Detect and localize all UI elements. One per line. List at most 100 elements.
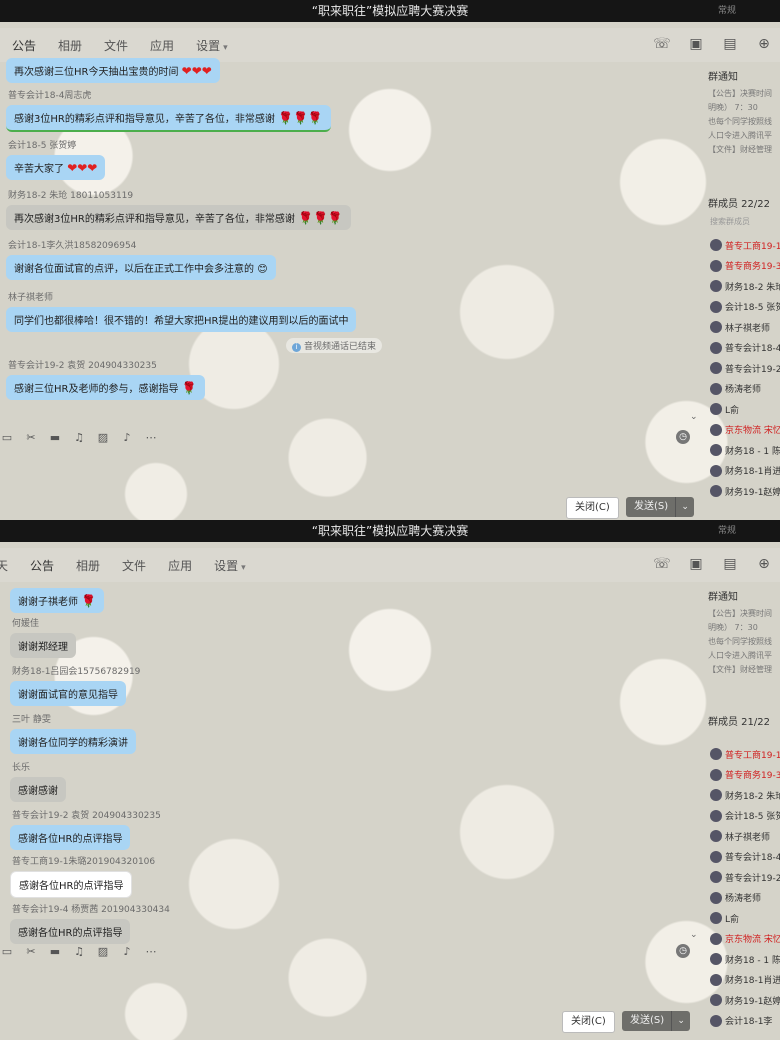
image-icon[interactable]: ▨ [96, 944, 110, 958]
list-item: 普专会计19-2 袁贺 204904330235 感谢各位HR的点评指导 [10, 808, 161, 850]
notice-line: 【公告】决赛时间 [708, 89, 772, 98]
tab-settings[interactable]: 设置 ▾ [214, 557, 246, 574]
member-item[interactable]: 财务18-1肖进 [710, 461, 780, 482]
clock-icon[interactable]: ◷ [676, 944, 690, 958]
more-icon[interactable]: ⋯ [144, 944, 158, 958]
message-bubble[interactable]: 谢谢各位面试官的点评，以后在正式工作中会多注意的 😊 [6, 255, 276, 280]
chevron-down-icon[interactable]: ⌄ [671, 1011, 690, 1031]
member-item[interactable]: 普专工商19-1 [710, 235, 780, 256]
image-icon[interactable]: ▨ [96, 430, 110, 444]
member-item[interactable]: 京东物流 宋忆 [710, 929, 780, 950]
message-bubble[interactable]: 谢谢郑经理 [10, 633, 76, 658]
member-item[interactable]: 普专会计18-4 [710, 847, 780, 868]
emoji-icon[interactable]: ▭ [0, 944, 14, 958]
member-item[interactable]: 普专会计18-4 [710, 338, 780, 359]
member-item[interactable]: 林子祺老师 [710, 317, 780, 338]
member-item[interactable]: 杨涛老师 [710, 379, 780, 400]
member-search-input[interactable]: 搜索群成员 [710, 216, 780, 227]
folder-icon[interactable]: ▬ [48, 944, 62, 958]
avatar [710, 403, 722, 416]
member-item[interactable]: 财务18 - 1 陈 [710, 440, 780, 461]
tab-apps[interactable]: 应用 [150, 37, 174, 54]
more-icon[interactable]: ⋯ [144, 430, 158, 444]
member-item[interactable]: 普专商务19-3 [710, 765, 780, 786]
phone-icon[interactable]: ☏ [652, 34, 672, 54]
message-bubble[interactable]: 再次感谢三位HR今天抽出宝贵的时间 ❤❤❤ [6, 58, 220, 83]
folder-icon[interactable]: ▬ [48, 430, 62, 444]
member-item[interactable]: 京东物流 宋忆 [710, 420, 780, 441]
bell-icon[interactable]: ♪ [120, 944, 134, 958]
tab-album[interactable]: 相册 [58, 37, 82, 54]
member-item[interactable]: 财务18-2 朱玱 [710, 276, 780, 297]
member-item[interactable]: 会计18-1李 [710, 1011, 780, 1032]
tab-chat[interactable]: 天 [0, 557, 8, 574]
member-item[interactable]: 普专会计19-2 [710, 358, 780, 379]
tab-announcement[interactable]: 公告 [12, 37, 36, 54]
avatar [710, 871, 722, 884]
avatar [710, 768, 722, 781]
avatar [710, 321, 722, 334]
tab-album[interactable]: 相册 [76, 557, 100, 574]
member-item[interactable]: 财务18-1肖进 [710, 970, 780, 991]
member-item[interactable]: L俞 [710, 908, 780, 929]
message-bubble[interactable]: 感谢感谢 [10, 777, 66, 802]
message-bubble[interactable]: 感谢三位HR及老师的参与，感谢指导 🌹 [6, 375, 205, 400]
message-bubble[interactable]: 谢谢子祺老师 🌹 [10, 588, 105, 613]
video-icon[interactable]: ▣ [686, 554, 706, 574]
member-item[interactable]: 普专工商19-1 [710, 744, 780, 765]
list-item: 长乐 感谢感谢 [10, 760, 66, 802]
clock-icon[interactable]: ◷ [676, 430, 690, 444]
list-item: 财务18-2 朱玱 18011053119 再次感谢3位HR的精彩点评和指导意见… [6, 188, 351, 230]
chevron-down-icon[interactable]: ⌄ [690, 412, 698, 422]
member-item[interactable]: 会计18-5 张贺 [710, 806, 780, 827]
member-item[interactable]: 杨涛老师 [710, 888, 780, 909]
message-bubble[interactable]: 谢谢各位同学的精彩演讲 [10, 729, 136, 754]
close-button[interactable]: 关闭(C) [566, 497, 619, 519]
avatar [710, 464, 722, 477]
message-bubble[interactable]: 感谢3位HR的精彩点评和指导意见，辛苦了各位，非常感谢 🌹🌹🌹 [6, 105, 331, 132]
music-icon[interactable]: ♫ [72, 430, 86, 444]
tab-settings[interactable]: 设置 ▾ [196, 37, 228, 54]
screen-share-icon[interactable]: ▤ [720, 554, 740, 574]
bell-icon[interactable]: ♪ [120, 430, 134, 444]
member-item[interactable]: 林子祺老师 [710, 826, 780, 847]
video-icon[interactable]: ▣ [686, 34, 706, 54]
member-item[interactable]: 财务19-1赵婷 [710, 481, 780, 502]
scissors-icon[interactable]: ✂ [24, 430, 38, 444]
member-item[interactable]: 会计18-5 张贺 [710, 297, 780, 318]
member-item[interactable]: 财务18 - 1 陈 [710, 949, 780, 970]
screen-share-icon[interactable]: ▤ [720, 34, 740, 54]
member-item[interactable]: 普专商务19-3 [710, 256, 780, 277]
sender-name: 林子祺老师 [8, 293, 54, 303]
member-item[interactable]: 普专会计19-2 [710, 867, 780, 888]
message-bubble[interactable]: 感谢各位HR的点评指导 [10, 871, 133, 898]
sender-name: 长乐 [12, 763, 31, 773]
scissors-icon[interactable]: ✂ [24, 944, 38, 958]
add-icon[interactable]: ⊕ [754, 554, 774, 574]
music-icon[interactable]: ♫ [72, 944, 86, 958]
send-button[interactable]: 发送(S) ⌄ [626, 497, 695, 517]
close-button[interactable]: 关闭(C) [562, 1011, 615, 1033]
system-notice: i 音视频通话已结束 [286, 338, 383, 353]
avatar [710, 280, 722, 293]
message-bubble[interactable]: 再次感谢3位HR的精彩点评和指导意见，辛苦了各位，非常感谢 🌹🌹🌹 [6, 205, 351, 230]
tab-files[interactable]: 文件 [122, 557, 146, 574]
message-bubble[interactable]: 辛苦大家了 ❤❤❤ [6, 155, 106, 180]
message-bubble[interactable]: 谢谢面试官的意见指导 [10, 681, 126, 706]
chevron-down-icon[interactable]: ⌄ [675, 497, 694, 517]
member-item[interactable]: 财务18-2 朱玱 [710, 785, 780, 806]
member-item[interactable]: L俞 [710, 399, 780, 420]
phone-icon[interactable]: ☏ [652, 554, 672, 574]
message-bubble[interactable]: 感谢各位HR的点评指导 [10, 825, 131, 850]
emoji-icon[interactable]: ▭ [0, 430, 14, 444]
tab-files[interactable]: 文件 [104, 37, 128, 54]
tab-apps[interactable]: 应用 [168, 557, 192, 574]
add-icon[interactable]: ⊕ [754, 34, 774, 54]
avatar [710, 994, 722, 1007]
message-bubble[interactable]: 同学们也都很棒哈！很不错的！希望大家把HR提出的建议用到以后的面试中 [6, 307, 357, 332]
tab-announcement[interactable]: 公告 [30, 557, 54, 574]
member-item[interactable]: 财务19-1赵婷 [710, 990, 780, 1011]
group-side-panel: 群通知 【公告】决赛时间 明晚） 7：30 也每个同学按照线 人口令进入腾讯平 … [700, 62, 780, 520]
chevron-down-icon[interactable]: ⌄ [690, 930, 698, 940]
send-button[interactable]: 发送(S) ⌄ [622, 1011, 691, 1031]
